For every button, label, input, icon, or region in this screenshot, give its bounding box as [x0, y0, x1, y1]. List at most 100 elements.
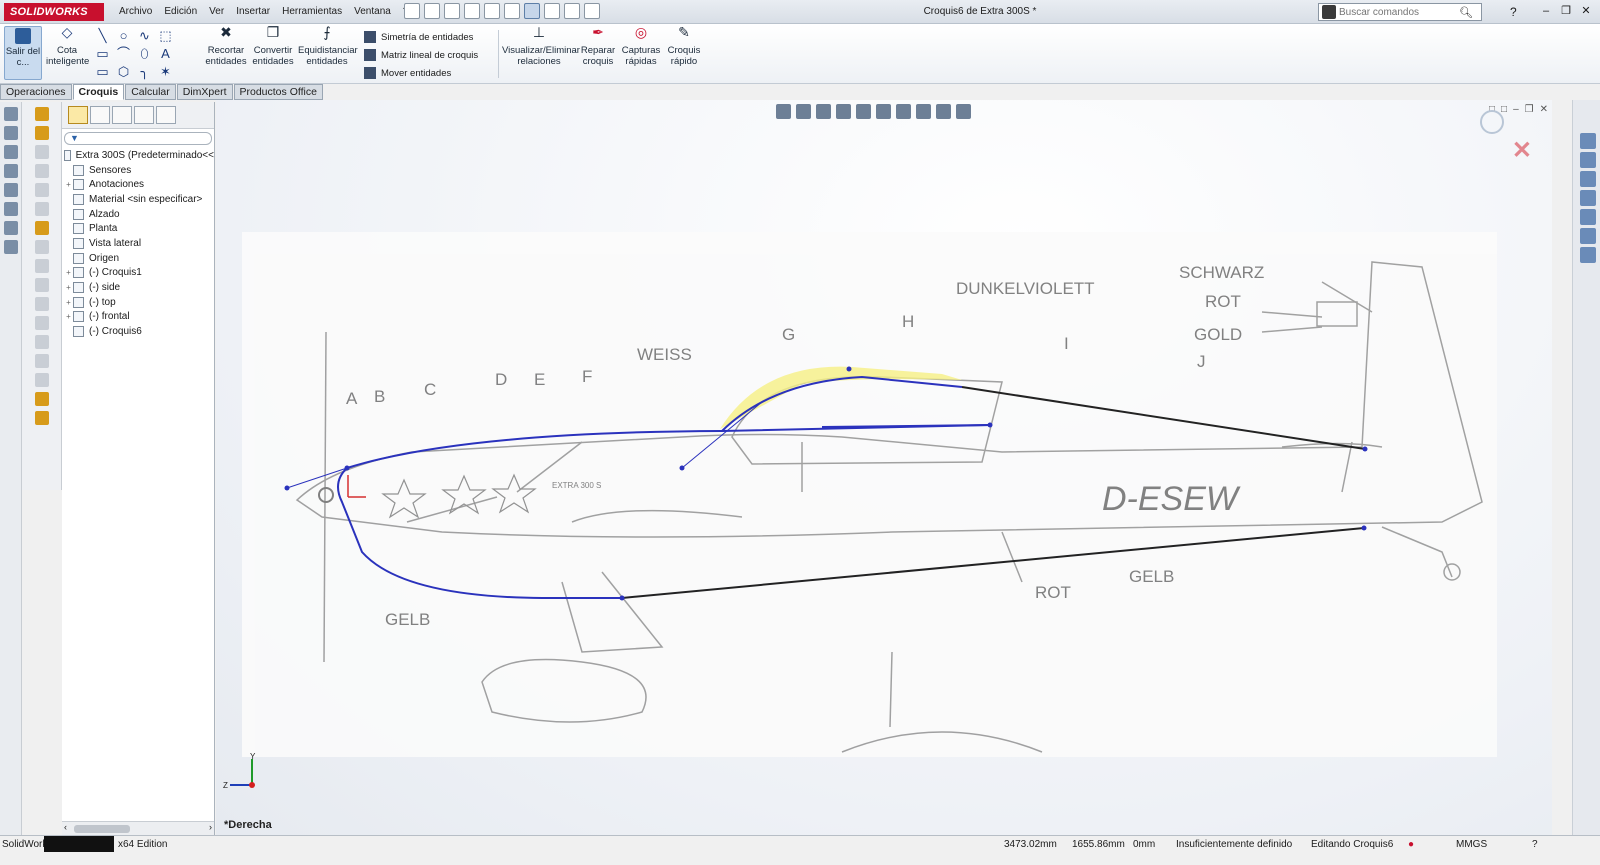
property-manager-tab-icon[interactable]	[90, 106, 110, 124]
view-settings-hud-icon[interactable]	[956, 104, 971, 119]
rebuild-status-icon[interactable]: ●	[1408, 838, 1414, 852]
display-style-icon[interactable]	[3, 145, 18, 159]
graphics-area[interactable]: □ □ – ❐ ✕ ✕ SCHWARZ ROT GOLD DUNKELVIOLE…	[216, 100, 1552, 835]
arc-icon[interactable]: ⌒	[115, 46, 132, 62]
menu-archivo[interactable]: Archivo	[113, 0, 158, 24]
pin-icon[interactable]	[404, 3, 420, 19]
fillet-feature-icon[interactable]	[34, 240, 49, 254]
mirror-feature-icon[interactable]	[34, 373, 49, 387]
display-manager-tab-icon[interactable]	[156, 106, 176, 124]
rectangle-icon[interactable]: ▭	[94, 46, 111, 62]
spline-icon[interactable]: ∿	[136, 28, 153, 44]
tab-operaciones[interactable]: Operaciones	[0, 84, 72, 100]
draft-icon[interactable]	[34, 316, 49, 330]
tree-item-side[interactable]: + (-) side	[64, 280, 214, 295]
command-search[interactable]: 🔍︎	[1318, 3, 1482, 21]
tree-item-root[interactable]: Extra 300S (Predeterminado<<	[64, 148, 214, 163]
curves-icon[interactable]	[34, 411, 49, 425]
linear-pattern-button[interactable]: Matriz lineal de croquis	[364, 46, 478, 64]
fillet-icon[interactable]: ╮	[136, 64, 153, 80]
hide-show-icon[interactable]	[3, 164, 18, 178]
close-icon[interactable]: ✕	[1578, 2, 1594, 20]
tree-scrollbar[interactable]: ‹ ›	[62, 821, 214, 835]
view-palette-icon[interactable]	[1580, 209, 1596, 225]
minimize-icon[interactable]: –	[1538, 2, 1554, 20]
split-vertical-icon[interactable]: □	[1501, 104, 1507, 115]
print-icon[interactable]	[484, 3, 500, 19]
zoom-area-icon[interactable]	[796, 104, 811, 119]
appearance-icon[interactable]	[3, 183, 18, 197]
section-view-icon[interactable]	[3, 126, 18, 140]
quick-snaps-button[interactable]: ◎ Capturas rápidas	[620, 25, 662, 67]
cancel-sketch-icon[interactable]: ✕	[1512, 136, 1532, 165]
menu-ventana[interactable]: Ventana	[348, 0, 397, 24]
dimxpert-tab-icon[interactable]	[134, 106, 154, 124]
reference-geometry-icon[interactable]	[34, 392, 49, 406]
appearances-icon[interactable]	[1580, 228, 1596, 244]
design-library-icon[interactable]	[1580, 171, 1596, 187]
smart-dimension-button[interactable]: ◇ Cota inteligente	[46, 25, 89, 67]
help-icon[interactable]: ?	[1510, 2, 1517, 22]
tab-productos-office[interactable]: Productos Office	[233, 84, 323, 100]
menu-edicion[interactable]: Edición	[158, 0, 203, 24]
construction-icon[interactable]: ⬚	[157, 28, 174, 44]
rebuild-icon[interactable]	[544, 3, 560, 19]
tree-item-frontal[interactable]: + (-) frontal	[64, 310, 214, 325]
view-settings-icon[interactable]	[3, 221, 18, 235]
status-help-icon[interactable]: ?	[1532, 838, 1538, 852]
restore-icon[interactable]: ❐	[1558, 2, 1574, 20]
tab-croquis[interactable]: Croquis	[72, 84, 125, 100]
convert-entities-button[interactable]: ❐ Convertir entidades	[250, 25, 296, 67]
options-icon[interactable]	[584, 3, 600, 19]
shell-icon[interactable]	[34, 297, 49, 311]
rapid-sketch-button[interactable]: ✎ Croquis rápido	[664, 25, 704, 67]
search-icon[interactable]: 🔍︎	[1459, 6, 1473, 19]
hole-icon[interactable]	[34, 335, 49, 349]
exit-sketch-button[interactable]: Salir del c...	[4, 26, 42, 80]
chamfer-icon[interactable]	[34, 259, 49, 273]
open-folder-icon[interactable]	[444, 3, 460, 19]
tree-item-croquis1[interactable]: + (-) Croquis1	[64, 266, 214, 281]
menu-herramientas[interactable]: Herramientas	[276, 0, 348, 24]
ellipse-icon[interactable]: ⬯	[136, 46, 153, 62]
line-icon[interactable]: ╲	[94, 28, 111, 44]
plane-icon[interactable]	[34, 221, 49, 235]
new-document-icon[interactable]	[424, 3, 440, 19]
tree-filter[interactable]: ▼	[64, 132, 212, 145]
trim-entities-button[interactable]: ✖ Recortar entidades	[204, 25, 248, 67]
search-input[interactable]	[1339, 6, 1459, 18]
expand-icon[interactable]: +	[64, 180, 73, 189]
expand-icon[interactable]: +	[64, 283, 73, 292]
configuration-tab-icon[interactable]	[112, 106, 132, 124]
tree-item-anotaciones[interactable]: + Anotaciones	[64, 177, 214, 192]
section-icon[interactable]	[836, 104, 851, 119]
tree-item-vista-lateral[interactable]: Vista lateral	[64, 236, 214, 251]
apply-scene-icon[interactable]	[936, 104, 951, 119]
revolve-icon[interactable]	[34, 145, 49, 159]
tree-item-planta[interactable]: Planta	[64, 221, 214, 236]
repair-sketch-button[interactable]: ✒ Reparar croquis	[578, 25, 618, 67]
polygon-icon[interactable]: ⬡	[115, 64, 132, 80]
viewport-close-icon[interactable]: ✕	[1540, 104, 1548, 115]
mirror-entities-button[interactable]: Simetría de entidades	[364, 28, 478, 46]
circle-icon[interactable]: ○	[115, 28, 132, 44]
save-icon[interactable]	[464, 3, 480, 19]
menu-ver[interactable]: Ver	[203, 0, 230, 24]
sketch-tool-icon[interactable]	[34, 107, 49, 121]
pattern-icon[interactable]	[34, 354, 49, 368]
tree-item-sensores[interactable]: Sensores	[64, 163, 214, 178]
sketch-3d-icon[interactable]	[34, 126, 49, 140]
loft-icon[interactable]	[34, 183, 49, 197]
feature-tree-tab-icon[interactable]	[68, 106, 88, 124]
expand-icon[interactable]: +	[64, 312, 73, 321]
expand-icon[interactable]: +	[64, 298, 73, 307]
viewport-restore-icon[interactable]: ❐	[1525, 104, 1534, 115]
menu-insertar[interactable]: Insertar	[230, 0, 276, 24]
hide-items-icon[interactable]	[896, 104, 911, 119]
move-entities-button[interactable]: Mover entidades	[364, 64, 478, 82]
scroll-thumb[interactable]	[74, 825, 130, 833]
scroll-right-icon[interactable]: ›	[209, 822, 212, 832]
tab-calcular[interactable]: Calcular	[125, 84, 176, 100]
home-icon[interactable]	[1580, 152, 1596, 168]
view-orientation-icon[interactable]	[3, 107, 18, 121]
